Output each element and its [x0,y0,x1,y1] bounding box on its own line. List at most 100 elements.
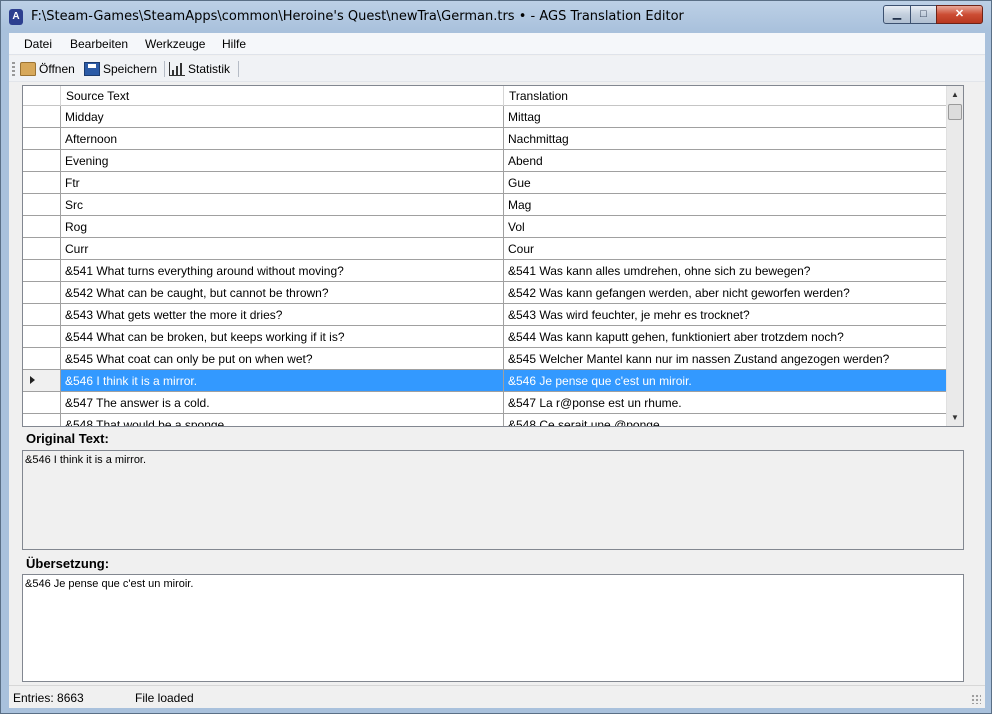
row-header[interactable] [23,370,61,391]
translation-cell[interactable]: Cour [504,238,947,259]
vertical-scrollbar[interactable]: ▲ ▼ [946,86,963,426]
close-button[interactable]: ✕ [936,5,983,24]
table-row[interactable]: &547 The answer is a cold. &547 La r@pons… [23,392,947,414]
bar-chart-icon [169,62,185,76]
table-row[interactable]: Evening Abend [23,150,947,172]
translation-cell[interactable]: &545 Welcher Mantel kann nur im nassen Z… [504,348,947,369]
toolbar-separator [164,61,165,77]
original-text-box[interactable]: &546 I think it is a mirror. [22,450,964,550]
status-bar: Entries: 8663 File loaded [9,685,985,708]
row-header[interactable] [23,326,61,347]
source-cell[interactable]: Afternoon [61,128,504,149]
source-cell[interactable]: &544 What can be broken, but keeps worki… [61,326,504,347]
table-row[interactable]: Rog Vol [23,216,947,238]
maximize-button[interactable]: □ [910,5,937,24]
title-bar[interactable]: A F:\Steam-Games\SteamApps\common\Heroin… [1,1,991,33]
column-header-translation[interactable]: Translation [504,86,947,106]
table-row[interactable]: &542 What can be caught, but cannot be t… [23,282,947,304]
row-header[interactable] [23,304,61,325]
scroll-thumb[interactable] [948,104,962,120]
folder-icon [20,62,36,76]
table-row[interactable]: Ftr Gue [23,172,947,194]
translation-cell[interactable]: Nachmittag [504,128,947,149]
menu-bar: Datei Bearbeiten Werkzeuge Hilfe [9,33,985,55]
toolbar-separator [238,61,239,77]
source-cell[interactable]: &546 I think it is a mirror. [61,370,504,391]
table-row[interactable]: Curr Cour [23,238,947,260]
row-header[interactable] [23,194,61,215]
minimize-button[interactable]: ▁ [883,5,911,24]
row-header[interactable] [23,238,61,259]
statistics-label: Statistik [188,62,231,76]
row-header[interactable] [23,414,61,426]
translation-cell[interactable]: &544 Was kann kaputt gehen, funktioniert… [504,326,947,347]
menu-bearbeiten[interactable]: Bearbeiten [70,37,128,51]
column-header-source[interactable]: Source Text [61,86,504,106]
translation-cell[interactable]: &548 Ce serait une @ponge. [504,414,947,426]
source-cell[interactable]: Ftr [61,172,504,193]
save-label: Speichern [103,62,158,76]
table-row[interactable]: &546 I think it is a mirror. &546 Je pens… [23,370,947,392]
client-area: Datei Bearbeiten Werkzeuge Hilfe Öffnen … [9,33,985,708]
translation-grid[interactable]: Source Text Translation Midday Mittag Afte… [22,85,964,427]
table-row[interactable]: &548 That would be a sponge. &548 Ce sera… [23,414,947,426]
status-message: File loaded [135,691,194,705]
row-header-corner [23,86,61,106]
source-cell[interactable]: &543 What gets wetter the more it dries? [61,304,504,325]
translation-cell[interactable]: Mag [504,194,947,215]
source-cell[interactable]: Evening [61,150,504,171]
toolbar-grip[interactable] [12,62,15,76]
row-header[interactable] [23,172,61,193]
table-row[interactable]: Src Mag [23,194,947,216]
table-row[interactable]: &544 What can be broken, but keeps worki… [23,326,947,348]
translation-cell[interactable]: Mittag [504,106,947,127]
save-button[interactable]: Speichern [84,60,157,78]
row-header[interactable] [23,216,61,237]
translation-cell[interactable]: &541 Was kann alles umdrehen, ohne sich … [504,260,947,281]
menu-datei[interactable]: Datei [24,37,52,51]
app-window: A F:\Steam-Games\SteamApps\common\Heroin… [0,0,992,714]
menu-hilfe[interactable]: Hilfe [222,37,246,51]
scroll-down-icon[interactable]: ▼ [947,409,963,426]
row-header[interactable] [23,392,61,413]
row-header[interactable] [23,260,61,281]
current-row-arrow-icon [30,376,35,384]
translation-cell[interactable]: Abend [504,150,947,171]
row-header[interactable] [23,348,61,369]
translation-cell[interactable]: &546 Je pense que c'est un miroir. [504,370,947,391]
row-header[interactable] [23,106,61,127]
translation-text-box[interactable]: &546 Je pense que c'est un miroir. [22,574,964,682]
row-header[interactable] [23,150,61,171]
source-cell[interactable]: Curr [61,238,504,259]
menu-werkzeuge[interactable]: Werkzeuge [145,37,205,51]
translation-label: Übersetzung: [26,556,110,571]
open-button[interactable]: Öffnen [20,60,75,78]
source-cell[interactable]: &548 That would be a sponge. [61,414,504,426]
translation-cell[interactable]: &547 La r@ponse est un rhume. [504,392,947,413]
translation-cell[interactable]: &543 Was wird feuchter, je mehr es trock… [504,304,947,325]
ags-icon[interactable]: A [9,9,23,25]
source-cell[interactable]: &542 What can be caught, but cannot be t… [61,282,504,303]
source-cell[interactable]: Src [61,194,504,215]
table-row[interactable]: &545 What coat can only be put on when w… [23,348,947,370]
source-cell[interactable]: &541 What turns everything around withou… [61,260,504,281]
translation-cell[interactable]: &542 Was kann gefangen werden, aber nich… [504,282,947,303]
scroll-up-icon[interactable]: ▲ [947,86,963,103]
table-row[interactable]: &543 What gets wetter the more it dries?… [23,304,947,326]
table-row[interactable]: Afternoon Nachmittag [23,128,947,150]
source-cell[interactable]: Rog [61,216,504,237]
row-header[interactable] [23,128,61,149]
table-row[interactable]: &541 What turns everything around withou… [23,260,947,282]
resize-grip-icon[interactable] [971,694,981,704]
grid-header: Source Text Translation [23,86,947,106]
source-cell[interactable]: &547 The answer is a cold. [61,392,504,413]
row-header[interactable] [23,282,61,303]
entries-count: Entries: 8663 [13,691,84,705]
statistics-button[interactable]: Statistik [169,60,230,78]
table-row[interactable]: Midday Mittag [23,106,947,128]
translation-cell[interactable]: Vol [504,216,947,237]
floppy-disk-icon [84,62,100,76]
translation-cell[interactable]: Gue [504,172,947,193]
source-cell[interactable]: Midday [61,106,504,127]
source-cell[interactable]: &545 What coat can only be put on when w… [61,348,504,369]
